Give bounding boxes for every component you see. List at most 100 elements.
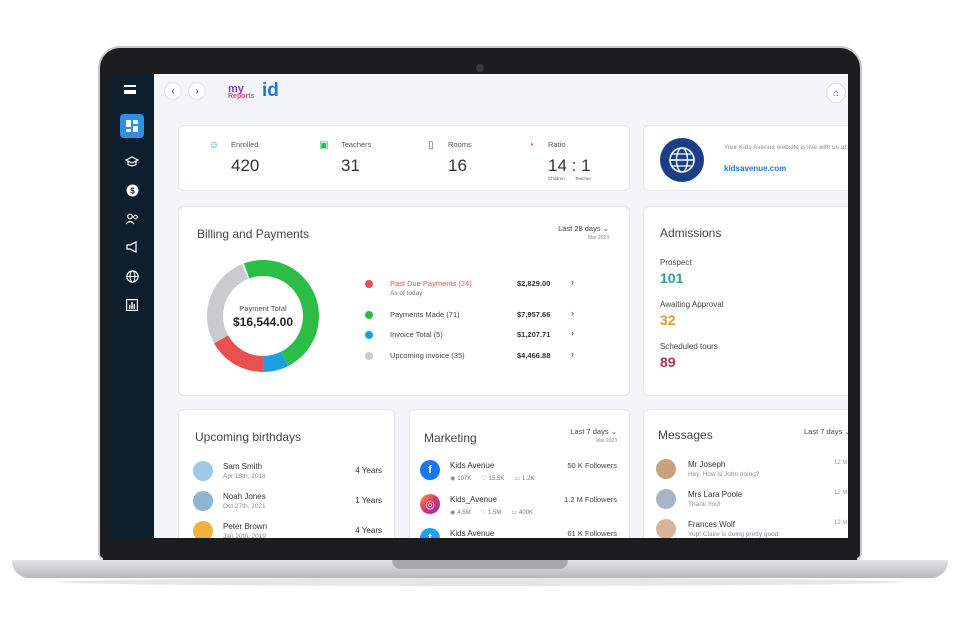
birthday-name[interactable]: Noah Jones <box>223 492 266 501</box>
logo-id: id <box>262 80 279 101</box>
megaphone-icon[interactable] <box>120 235 144 259</box>
marketing-stat-views: ◉ 4.5M <box>450 510 471 516</box>
eye-icon: ◉ <box>450 476 456 482</box>
facebook-icon[interactable]: f <box>420 460 440 480</box>
avatar <box>193 521 213 538</box>
messages-card: Messages Last 7 days ⌄ Mr Joseph Hey, How… <box>643 409 848 538</box>
avatar <box>193 461 213 481</box>
message-time: 12 M <box>834 490 848 496</box>
birthday-age: 4 Years <box>355 526 382 535</box>
messages-range-dropdown[interactable]: Last 7 days ⌄ <box>804 427 848 436</box>
stat-value: 1.2K <box>522 476 535 482</box>
chevron-right-icon[interactable]: › <box>571 277 574 287</box>
marketing-range-dropdown[interactable]: Last 7 days ⌄ Mar 2023 <box>570 427 617 444</box>
billing-row[interactable]: Past Due Payments (24) $2,829.00 › As of to… <box>365 277 585 297</box>
twitter-icon[interactable]: t <box>420 528 440 538</box>
birthday-name[interactable]: Peter Brown <box>223 522 267 531</box>
marketing-followers: 50 K Followers <box>567 461 617 470</box>
marketing-account-name[interactable]: Kids Avenue <box>450 529 494 538</box>
birthday-name[interactable]: Sam Smith <box>223 462 262 471</box>
legend-dot <box>365 280 373 288</box>
message-sender[interactable]: Mr Joseph <box>688 460 725 469</box>
billing-title: Billing and Payments <box>197 227 310 241</box>
stat-value: 400K <box>519 510 534 516</box>
instagram-icon[interactable]: ◎ <box>420 494 440 514</box>
marketing-stats: ◉ 4.5M ♡ 1.5M ▭ 400K <box>450 509 543 516</box>
birthday-date: Jan 20th, 2019 <box>223 533 267 538</box>
ratio-teacher-label: Teacher <box>575 176 592 181</box>
avatar <box>656 459 676 479</box>
donut-center: Payment Total $16,544.00 <box>202 304 324 329</box>
admissions-title: Admissions <box>660 226 722 240</box>
stat-value: 107K <box>457 476 472 482</box>
admissions-prospect-value[interactable]: 101 <box>660 270 683 286</box>
stat-value: 14 : 1 <box>548 156 591 175</box>
billing-card: Billing and Payments Last 28 days ⌄ Mar … <box>178 206 630 396</box>
school-avatar[interactable]: ⌂ <box>826 83 846 103</box>
chalkboard-icon: ▣ <box>319 140 329 151</box>
website-link[interactable]: kidsavenue.com <box>724 164 786 173</box>
marketing-stat-views: ◉ 107K <box>450 476 471 482</box>
marketing-stat-likes: ♡ 1.5M <box>481 510 502 516</box>
website-card: Your Kids Avenue website is live with us… <box>643 125 848 191</box>
marketing-card: Marketing Last 7 days ⌄ Mar 2023 f Kids A… <box>409 409 630 538</box>
graduation-cap-icon[interactable] <box>120 150 144 174</box>
stat-ratio: ◔ Ratio 14 : 1 <box>524 140 591 176</box>
birthdays-card: Upcoming birthdays Sam Smith Apr 18th, 20… <box>178 409 395 538</box>
admissions-tours-value[interactable]: 89 <box>660 354 676 370</box>
billing-row[interactable]: Payments Made (71) $7,957.66 › <box>365 308 585 322</box>
admissions-awaiting-value[interactable]: 32 <box>660 312 676 328</box>
chevron-right-icon[interactable]: › <box>571 308 574 318</box>
chevron-right-icon[interactable]: › <box>571 349 574 359</box>
messages-title: Messages <box>658 428 713 442</box>
message-time: 12 M <box>834 520 848 526</box>
menu-icon[interactable] <box>124 85 136 94</box>
app-screen: $ ‹ › my Reports id ⌂ ☺ Enrolled 420 ▣ T… <box>110 74 848 538</box>
billing-row-amount: $4,466.88 <box>517 351 551 360</box>
globe-icon[interactable] <box>120 264 144 288</box>
comment-icon: ▭ <box>514 476 521 482</box>
heart-icon: ♡ <box>480 510 486 516</box>
sidebar: $ <box>110 74 154 538</box>
birthday-age: 4 Years <box>355 466 382 475</box>
chevron-right-icon[interactable]: › <box>571 328 574 338</box>
message-preview[interactable]: Hey, How is John doing? <box>688 471 759 478</box>
marketing-stat-likes: ♡ 15.5K <box>481 476 504 482</box>
marketing-account-name[interactable]: Kids_Avenue <box>450 495 497 504</box>
birthday-age: 1 Years <box>355 496 382 505</box>
dashboard-icon[interactable] <box>120 114 144 138</box>
message-preview[interactable]: Thank You! <box>688 501 721 508</box>
billing-range-dropdown[interactable]: Last 28 days ⌄ Mar 2023 <box>558 224 609 241</box>
donut-center-label: Payment Total <box>239 304 287 313</box>
laptop-shadow <box>60 578 900 586</box>
stat-value: 16 <box>448 156 467 175</box>
chevron-down-icon: ⌄ <box>610 427 617 436</box>
eye-icon: ◉ <box>450 510 456 516</box>
range-label: Last 7 days <box>570 427 609 436</box>
billing-row[interactable]: Upcoming invoice (35) $4,466.88 › <box>365 349 585 363</box>
legend-dot <box>365 352 373 360</box>
admissions-awaiting-label: Awaiting Approval <box>660 300 724 309</box>
range-label: Last 28 days <box>558 224 601 233</box>
dollar-icon[interactable]: $ <box>120 178 144 202</box>
marketing-followers: 61 K Followers <box>567 529 617 538</box>
message-sender[interactable]: Mrs Lara Poole <box>688 490 742 499</box>
back-button[interactable]: ‹ <box>164 82 182 100</box>
stat-enrolled: ☺ Enrolled 420 <box>207 140 259 176</box>
stat-teachers: ▣ Teachers 31 <box>317 140 371 176</box>
message-preview[interactable]: Yup! Claire is doing pretty good <box>688 531 778 538</box>
message-time: 12 M <box>834 460 848 466</box>
billing-row-amount: $7,957.66 <box>517 310 551 319</box>
message-sender[interactable]: Frances Wolf <box>688 520 735 529</box>
slice-past-due <box>214 335 264 372</box>
bar-chart-icon[interactable] <box>120 293 144 317</box>
marketing-account-name[interactable]: Kids Avenue <box>450 461 494 470</box>
chevron-down-icon: ⌄ <box>602 224 609 233</box>
forward-button[interactable]: › <box>188 82 206 100</box>
users-icon[interactable] <box>120 207 144 231</box>
chevron-down-icon: ⌄ <box>844 427 848 436</box>
avatar <box>656 489 676 509</box>
website-globe-icon <box>660 138 704 182</box>
billing-row[interactable]: Invoice Total (5) $1,207.71 › <box>365 328 585 342</box>
laptop-chin <box>103 538 857 560</box>
